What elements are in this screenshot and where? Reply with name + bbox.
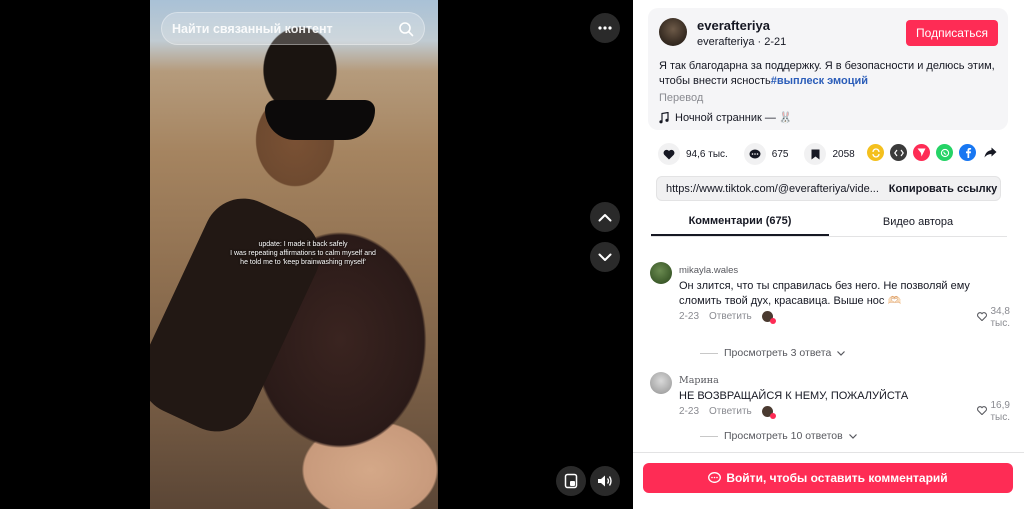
creator-liked-heart-icon: [769, 318, 776, 324]
comment-text: НЕ ВОЗВРАЩАЙСЯ К НЕМУ, ПОЖАЛУЙСТА: [679, 390, 909, 402]
video-caption: update: I made it back safely I was repe…: [208, 240, 398, 267]
author-name[interactable]: everafteriya: [697, 18, 770, 33]
chevron-down-icon: [837, 350, 846, 356]
tab-creator-videos[interactable]: Видео автора: [829, 207, 1007, 236]
comment-like[interactable]: 16,9 тыс.: [977, 400, 1010, 424]
search-icon[interactable]: [398, 21, 414, 37]
music-title[interactable]: Ночной странник — 🐰: [675, 111, 793, 124]
comment-date: 2-23: [679, 406, 700, 417]
comment-count: 675: [771, 148, 789, 160]
creator-liked-heart-icon: [769, 413, 776, 419]
music-link[interactable]: Ночной странник — 🐰: [659, 111, 793, 124]
comment-list: mikayla.wales Он злится, что ты справила…: [633, 250, 1024, 450]
comment-stat[interactable]: 675: [743, 143, 789, 165]
reply-button[interactable]: Ответить: [709, 406, 752, 417]
comment-item: mikayla.wales Он злится, что ты справила…: [650, 262, 1010, 359]
video-url[interactable]: https://www.tiktok.com/@everafteriya/vid…: [657, 183, 886, 195]
creator-liked-avatar: [761, 406, 776, 419]
music-note-icon: [659, 111, 669, 123]
previous-video-button[interactable]: [590, 202, 620, 232]
more-options-button[interactable]: [590, 13, 620, 43]
like-stat[interactable]: 94,6 тыс.: [658, 143, 728, 165]
heart-outline-icon: [977, 312, 988, 321]
comment-like[interactable]: 34,8 тыс.: [977, 306, 1010, 330]
floating-player-icon: [564, 473, 578, 489]
copy-link-button[interactable]: Копировать ссылку: [886, 183, 1000, 195]
view-replies-button[interactable]: Просмотреть 10 ответов: [700, 430, 857, 442]
whatsapp-icon[interactable]: [936, 144, 953, 161]
chevron-up-icon: [598, 213, 612, 221]
save-stat[interactable]: 2058: [804, 143, 855, 165]
creator-liked-avatar: [761, 311, 776, 324]
author-avatar[interactable]: [659, 18, 687, 46]
video-link-box: https://www.tiktok.com/@everafteriya/vid…: [656, 176, 1001, 201]
heart-icon[interactable]: [658, 143, 680, 165]
caption-line: he told me to 'keep brainwashing myself': [240, 259, 366, 266]
video-description: Я так благодарна за поддержку. Я в безоп…: [659, 59, 1004, 89]
comment-like-count: 16,9: [990, 400, 1010, 411]
hashtag-link[interactable]: #выплеск эмоций: [771, 75, 868, 87]
translate-link[interactable]: Перевод: [659, 92, 703, 104]
stats-row: 94,6 тыс. 675 2058: [658, 143, 871, 165]
comment-bubble-icon: [708, 472, 722, 483]
view-replies-button[interactable]: Просмотреть 3 ответа: [700, 347, 846, 359]
like-count: 94,6 тыс.: [686, 148, 728, 160]
chevron-down-icon: [598, 253, 612, 261]
related-search-bar[interactable]: Найти связанный контент: [161, 12, 425, 45]
comment-like-unit: тыс.: [990, 318, 1010, 329]
comment-avatar[interactable]: [650, 372, 672, 394]
caption-line: I was repeating affirmations to calm mys…: [230, 250, 376, 257]
volume-button[interactable]: [590, 466, 620, 496]
repost-icon[interactable]: [867, 144, 884, 161]
heart-outline-icon: [977, 406, 988, 415]
share-buttons: [867, 144, 999, 161]
more-icon: [598, 26, 612, 30]
search-placeholder[interactable]: Найти связанный контент: [172, 22, 398, 36]
share-arrow-icon[interactable]: [982, 144, 999, 161]
comment-meta: 2-23 Ответить: [679, 311, 776, 324]
comment-icon[interactable]: [743, 143, 766, 165]
video-area: Найти связанный контент update: I made i…: [0, 0, 633, 509]
view-replies-label[interactable]: Просмотреть 3 ответа: [724, 347, 831, 359]
volume-icon: [598, 475, 612, 487]
tab-comments[interactable]: Комментарии (675): [651, 207, 829, 236]
save-count: 2058: [832, 148, 855, 160]
caption-line: update: I made it back safely: [258, 241, 348, 248]
follow-button[interactable]: Подписаться: [906, 20, 998, 46]
login-label[interactable]: Войти, чтобы оставить комментарий: [726, 471, 947, 485]
login-to-comment-button[interactable]: Войти, чтобы оставить комментарий: [643, 463, 1013, 493]
replies-divider: [700, 435, 718, 437]
view-replies-label[interactable]: Просмотреть 10 ответов: [724, 430, 843, 442]
send-icon[interactable]: [913, 144, 930, 161]
author-handle-date: everafteriya · 2-21: [697, 36, 787, 48]
comment-text: Он злится, что ты справилась без него. Н…: [679, 280, 970, 307]
replies-divider: [700, 352, 718, 354]
bookmark-icon[interactable]: [804, 143, 827, 165]
author-card: everafteriya everafteriya · 2-21 Подписа…: [648, 8, 1008, 130]
comment-item: Марина НЕ ВОЗВРАЩАЙСЯ К НЕМУ, ПОЖАЛУЙСТА…: [650, 372, 1010, 447]
comment-like-unit: тыс.: [990, 412, 1010, 423]
video-figure-sunglasses: [265, 100, 375, 140]
next-video-button[interactable]: [590, 242, 620, 272]
comment-avatar[interactable]: [650, 262, 672, 284]
page-root: Найти связанный контент update: I made i…: [0, 0, 1024, 509]
comment-date: 2-23: [679, 311, 700, 322]
comment-like-count: 34,8: [990, 306, 1010, 317]
embed-icon[interactable]: [890, 144, 907, 161]
chevron-down-icon: [848, 433, 857, 439]
comment-meta: 2-23 Ответить: [679, 406, 776, 419]
video-figure-arm: [150, 185, 333, 445]
details-panel: everafteriya everafteriya · 2-21 Подписа…: [633, 0, 1024, 509]
divider: [633, 452, 1024, 453]
reply-button[interactable]: Ответить: [709, 311, 752, 322]
comment-username[interactable]: Марина: [679, 375, 719, 386]
facebook-icon[interactable]: [959, 144, 976, 161]
comment-username[interactable]: mikayla.wales: [679, 265, 738, 276]
panel-tabs: Комментарии (675) Видео автора: [651, 207, 1007, 237]
floating-player-button[interactable]: [556, 466, 586, 496]
